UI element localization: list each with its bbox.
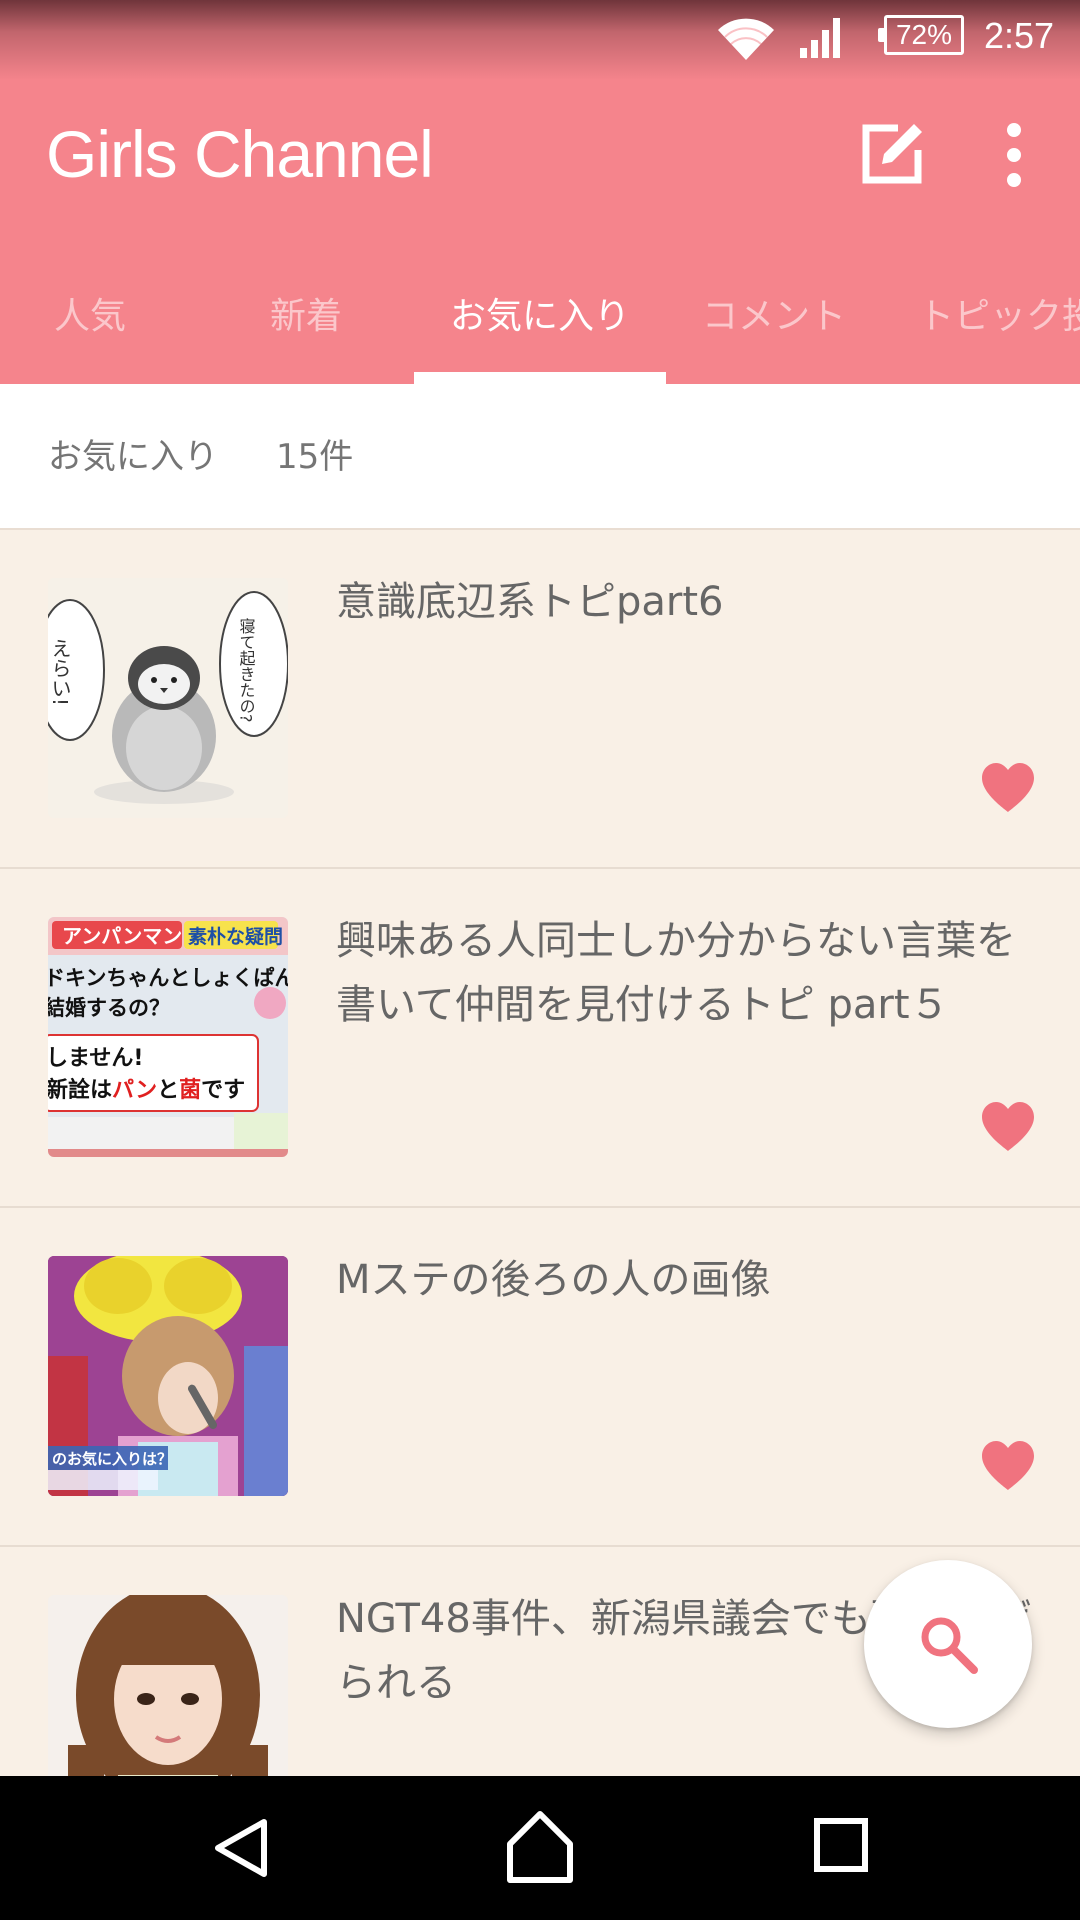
recent-apps-icon[interactable] xyxy=(814,1818,868,1872)
topic-thumbnail: のお気に入りは？ xyxy=(48,1256,288,1496)
penguin-illustration: えらい! 寝て起きたの? xyxy=(48,578,288,818)
topic-title: 興味ある人同士しか分からない言葉を書いて仲間を見付けるトピ part５ xyxy=(336,918,1016,1028)
tab-comments[interactable]: コメント xyxy=(702,282,846,352)
anpan-desu: です xyxy=(201,1078,245,1103)
tab-popular[interactable]: 人気 xyxy=(54,282,126,352)
tab-bar: 人気 新着 お気に入り コメント トピック投 xyxy=(0,270,1080,384)
mste-screenshot: のお気に入りは？ xyxy=(48,1256,288,1496)
mste-caption: のお気に入りは？ xyxy=(52,1450,172,1468)
favorite-heart-icon[interactable] xyxy=(980,762,1036,814)
anpan-line-3: しません! xyxy=(48,1046,143,1071)
search-icon xyxy=(921,1617,978,1674)
status-bar: 72% 2:57 xyxy=(0,0,1080,72)
list-item[interactable]: のお気に入りは？ Mステの後ろの人の画像 xyxy=(0,1208,1080,1547)
favorite-heart-icon[interactable] xyxy=(980,1101,1036,1153)
app-title: Girls Channel xyxy=(46,117,434,191)
topic-thumbnail xyxy=(48,1595,288,1776)
favorites-count-bar: お気に入り 15件 xyxy=(0,384,1080,530)
anpan-kin: 菌 xyxy=(179,1078,201,1103)
search-fab[interactable] xyxy=(864,1560,1032,1728)
list-item[interactable]: アンパンマン 素朴な疑問 ドキンちゃんとしょくぱんま 結婚するの？ しません! … xyxy=(0,869,1080,1208)
battery-indicator: 72% xyxy=(878,15,964,55)
topic-title: 意識底辺系トピpart6 xyxy=(336,579,724,625)
signal-icon xyxy=(800,18,840,58)
status-time: 2:57 xyxy=(984,15,1055,56)
anpanman-screenshot: アンパンマン 素朴な疑問 ドキンちゃんとしょくぱんま 結婚するの？ しません! … xyxy=(48,917,288,1157)
anpan-badge: 素朴な疑問 xyxy=(188,925,283,948)
count-value: 15件 xyxy=(276,437,354,477)
wifi-icon xyxy=(718,18,774,60)
topic-thumbnail: アンパンマン 素朴な疑問 ドキンちゃんとしょくぱんま 結婚するの？ しません! … xyxy=(48,917,288,1157)
anpan-line-1: ドキンちゃんとしょくぱんま xyxy=(48,966,288,990)
tab-new[interactable]: 新着 xyxy=(270,282,342,352)
screen: 72% 2:57 Girls Channel 人気 新着 お気に入り コメント … xyxy=(0,0,1080,1920)
list-item[interactable]: えらい! 寝て起きたの? 意識底辺系トピpart6 xyxy=(0,530,1080,869)
anpan-line-4: 新詮は xyxy=(48,1077,112,1103)
topic-thumbnail: えらい! 寝て起きたの? xyxy=(48,578,288,818)
system-nav-bar xyxy=(0,1776,1080,1920)
penguin-speech-left: えらい! xyxy=(48,638,72,706)
home-icon[interactable] xyxy=(506,1810,574,1884)
tab-indicator xyxy=(414,372,666,384)
anpan-pan: パン xyxy=(112,1078,157,1103)
edit-icon[interactable] xyxy=(858,118,928,188)
penguin-speech-right: 寝て起きたの? xyxy=(237,617,256,722)
svg-text:新詮はパンと菌です: 新詮はパンと菌です xyxy=(48,1077,245,1103)
back-icon[interactable] xyxy=(210,1816,274,1880)
anpan-line-2: 結婚するの？ xyxy=(48,996,170,1020)
app-header: 72% 2:57 Girls Channel 人気 新着 お気に入り コメント … xyxy=(0,0,1080,384)
topic-title: Mステの後ろの人の画像 xyxy=(336,1257,771,1303)
more-vert-icon[interactable] xyxy=(990,118,1038,192)
tab-favorites[interactable]: お気に入り xyxy=(450,282,630,352)
anpan-banner: アンパンマン xyxy=(62,924,182,948)
tab-post-topic[interactable]: トピック投 xyxy=(918,282,1080,352)
count-label: お気に入り xyxy=(48,437,218,477)
favorite-heart-icon[interactable] xyxy=(980,1440,1036,1492)
anpan-to: と xyxy=(157,1078,179,1103)
portrait-photo xyxy=(48,1595,288,1776)
